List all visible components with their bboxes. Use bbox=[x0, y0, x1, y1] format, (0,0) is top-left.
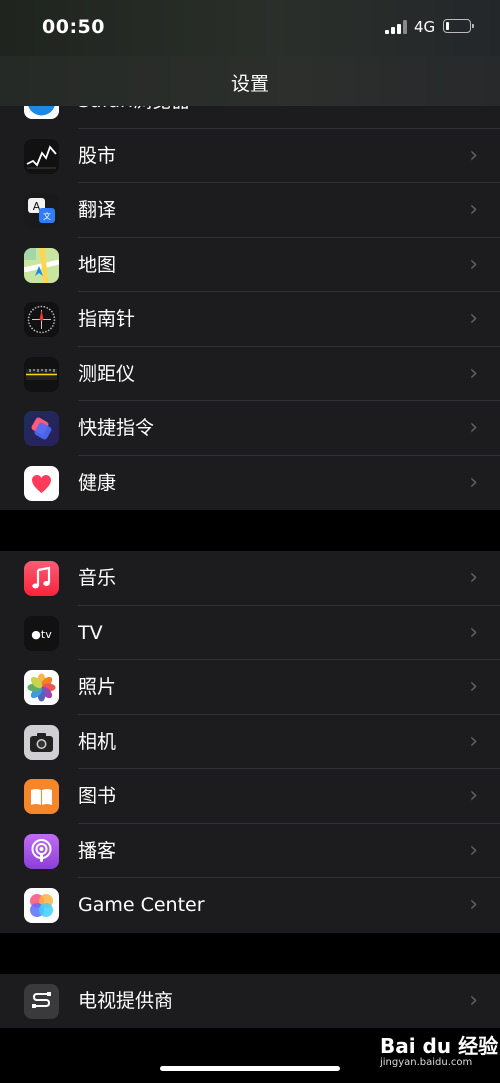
section-gap bbox=[0, 932, 500, 974]
chevron-right-icon: › bbox=[469, 987, 478, 1013]
settings-row-label: 音乐 bbox=[78, 567, 117, 589]
settings-row-label: 股市 bbox=[78, 144, 117, 167]
settings-row-books[interactable]: 图书 › bbox=[0, 769, 500, 824]
settings-row-podcasts[interactable]: 播客 › bbox=[0, 824, 500, 878]
chevron-right-icon: › bbox=[469, 565, 478, 590]
settings-row-music[interactable]: 音乐 › bbox=[0, 551, 500, 606]
settings-row-health[interactable]: 健康 › bbox=[0, 456, 500, 511]
section-gap bbox=[0, 510, 500, 551]
settings-row-label: 健康 bbox=[78, 471, 117, 494]
chevron-right-icon: › bbox=[469, 142, 478, 168]
chevron-right-icon: › bbox=[469, 469, 478, 495]
game-center-icon bbox=[24, 888, 59, 923]
watermark-logo: Bai du 经验 bbox=[380, 1034, 499, 1058]
page-title: 设置 bbox=[230, 73, 269, 95]
settings-row-label: 播客 bbox=[78, 839, 117, 862]
baidu-watermark: Bai du 经验 jingyan.baidu.com bbox=[380, 1030, 498, 1068]
settings-row-compass[interactable]: 指南针 › bbox=[0, 292, 500, 347]
settings-row-shortcuts[interactable]: 快捷指令 › bbox=[0, 401, 500, 456]
settings-row-translate[interactable]: A 文翻译 › bbox=[0, 183, 500, 238]
music-icon bbox=[24, 561, 59, 596]
settings-row-label: 相机 bbox=[78, 730, 117, 753]
settings-row-label: Game Center bbox=[78, 894, 205, 916]
settings-list[interactable]: Safari浏览器›股市›A文翻译›地图›指南针›测距仪›快捷指令›健康›音乐›… bbox=[0, 74, 500, 1028]
network-type: 4G bbox=[414, 18, 436, 36]
camera-icon bbox=[24, 724, 59, 760]
maps-icon bbox=[24, 247, 59, 283]
settings-row-stocks[interactable]: 股市 › bbox=[0, 129, 500, 183]
settings-group: Safari浏览器›股市›A文翻译›地图›指南针›测距仪›快捷指令›健康› bbox=[0, 74, 500, 510]
nav-bar: 设置 bbox=[0, 56, 500, 106]
home-indicator[interactable] bbox=[160, 1066, 340, 1071]
chevron-right-icon: › bbox=[469, 837, 478, 863]
health-icon bbox=[24, 465, 59, 501]
settings-row-apple-tv[interactable]: ●tv TV › bbox=[0, 606, 500, 660]
settings-row-label: 图书 bbox=[78, 785, 117, 807]
settings-row-measure[interactable]: 测距仪 › bbox=[0, 347, 500, 401]
settings-row-label: 指南针 bbox=[78, 308, 136, 330]
settings-group: 电视提供商 › bbox=[0, 973, 500, 1029]
chevron-right-icon: › bbox=[469, 674, 478, 699]
settings-row-label: TV bbox=[78, 621, 103, 644]
chevron-right-icon: › bbox=[469, 415, 478, 440]
chevron-right-icon: › bbox=[469, 728, 478, 754]
status-time: 00:50 bbox=[42, 16, 105, 38]
shortcuts-icon bbox=[24, 411, 59, 446]
podcasts-icon bbox=[24, 833, 59, 869]
photos-icon bbox=[24, 670, 59, 705]
svg-text:文: 文 bbox=[43, 211, 51, 221]
books-icon bbox=[24, 779, 59, 814]
chevron-right-icon: › bbox=[469, 360, 478, 386]
chevron-right-icon: › bbox=[469, 619, 478, 645]
chevron-right-icon: › bbox=[469, 783, 478, 808]
settings-row-label: 测距仪 bbox=[78, 362, 136, 385]
cellular-signal-icon bbox=[385, 20, 407, 34]
settings-row-photos[interactable]: 照片 › bbox=[0, 660, 500, 715]
battery-icon bbox=[443, 19, 474, 33]
settings-row-game-center[interactable]: Game Center › bbox=[0, 878, 500, 933]
svg-text:●tv: ●tv bbox=[31, 628, 52, 641]
settings-row-label: 照片 bbox=[78, 676, 117, 698]
chevron-right-icon: › bbox=[469, 892, 478, 917]
settings-row-maps[interactable]: 地图 › bbox=[0, 238, 500, 292]
stocks-icon bbox=[24, 138, 59, 174]
translate-icon: A文 bbox=[24, 193, 59, 228]
battery-level bbox=[446, 22, 449, 30]
measure-icon bbox=[24, 356, 59, 392]
settings-row-camera[interactable]: 相机 › bbox=[0, 715, 500, 769]
status-bar: 00:50 4G bbox=[0, 0, 500, 56]
settings-row-label: 快捷指令 bbox=[78, 417, 155, 439]
settings-row-tv-provider[interactable]: 电视提供商 › bbox=[0, 974, 500, 1029]
settings-group: 音乐 › ●tv TV › 照片 › 相机 › 图书 › 播客 › Game Center › bbox=[0, 551, 500, 933]
chevron-right-icon: › bbox=[469, 197, 478, 222]
chevron-right-icon: › bbox=[469, 306, 478, 331]
compass-icon bbox=[24, 302, 59, 337]
settings-row-label: 电视提供商 bbox=[78, 989, 174, 1012]
apple-tv-icon: ●tv bbox=[24, 615, 59, 651]
chevron-right-icon: › bbox=[469, 251, 478, 277]
settings-row-label: 地图 bbox=[78, 253, 117, 276]
tv-provider-icon bbox=[24, 983, 59, 1019]
settings-row-label: 翻译 bbox=[78, 199, 117, 221]
